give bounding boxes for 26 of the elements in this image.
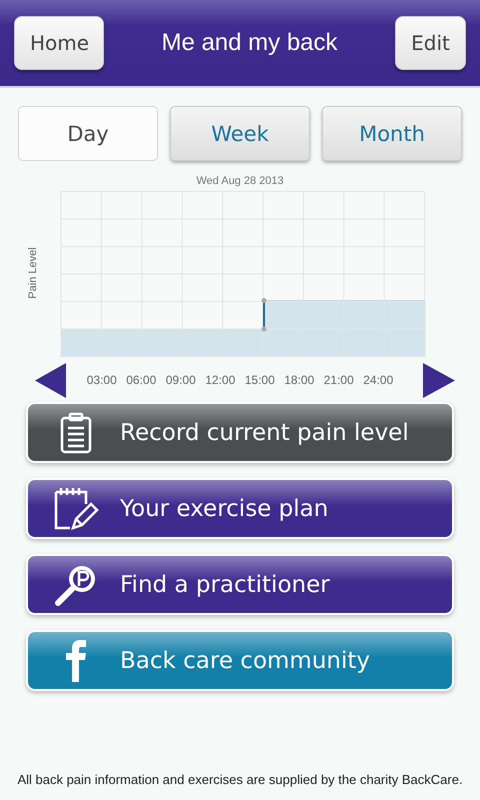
next-arrow-icon[interactable] [423,362,455,398]
x-axis-label: 09:00 [164,373,197,387]
menu-button[interactable]: Back care community [28,632,452,689]
period-tab[interactable]: Week [170,106,310,161]
x-axis-label: 24:00 [362,373,394,387]
clipboard-icon [59,412,93,454]
facebook-icon [65,640,87,682]
x-axis-label: 15:00 [244,373,276,387]
menu-button[interactable]: Record current pain level [28,404,452,461]
x-axis-label: 12:00 [204,373,236,387]
x-axis-label: 21:00 [322,373,355,387]
menu-button[interactable]: Your exercise plan [28,480,452,537]
screen-title: Me and my back [160,29,339,57]
period-tab[interactable]: Day [18,106,158,161]
x-axis-label: 06:00 [125,373,158,387]
previous-arrow-icon[interactable] [35,362,66,398]
footer-note: All back pain information and exercises are supplied by the charity BackCare. [17,772,463,787]
period-tab[interactable]: Month [322,106,462,161]
y-axis-label: Pain Level [27,247,39,299]
x-axis-label: 18:00 [283,373,316,387]
chart-date: Wed Aug 28 2013 [195,175,285,187]
edit-button[interactable]: Edit [395,16,466,70]
x-axis-label: 03:00 [86,373,118,387]
menu-button[interactable]: Find a practitioner [28,556,452,613]
notepad-pencil-icon [53,486,99,532]
home-button[interactable]: Home [14,16,104,70]
